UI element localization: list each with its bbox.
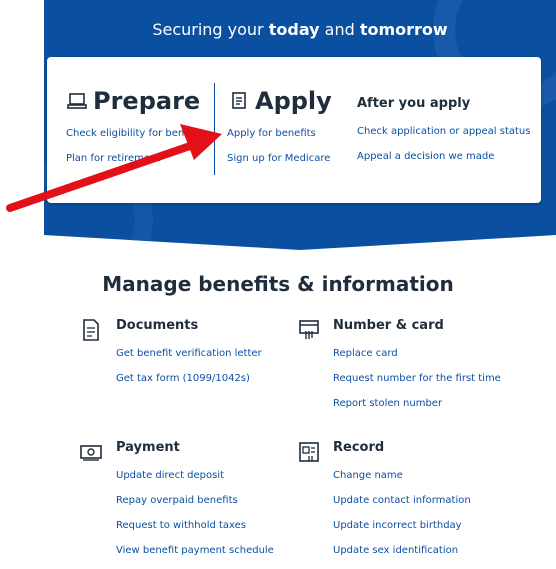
link-check-status[interactable]: Check application or appeal status [357,126,530,137]
link-request-number[interactable]: Request number for the first time [333,373,501,384]
link-withhold-taxes[interactable]: Request to withhold taxes [116,520,246,531]
manage-title: Manage benefits & information [102,272,454,296]
card-divider [214,83,215,175]
money-icon [80,445,102,461]
link-update-sex[interactable]: Update sex identification [333,545,458,556]
link-medicare[interactable]: Sign up for Medicare [227,153,330,164]
hero-headline: Securing your today and tomorrow [152,20,448,39]
link-plan-retirement[interactable]: Plan for retirement [66,153,160,164]
actions-card: Prepare Check eligibility for benefits P… [47,57,541,203]
link-report-stolen[interactable]: Report stolen number [333,398,442,409]
link-tax-form[interactable]: Get tax form (1099/1042s) [116,373,250,384]
form-icon [232,92,246,109]
after-apply-heading: After you apply [357,96,471,111]
link-update-contact[interactable]: Update contact information [333,495,471,506]
document-icon [83,319,99,341]
prepare-heading: Prepare [67,87,200,115]
record-id-icon [299,442,319,462]
documents-heading: Documents [116,318,199,333]
link-direct-deposit[interactable]: Update direct deposit [116,470,224,481]
link-change-name[interactable]: Change name [333,470,403,481]
link-update-birthday[interactable]: Update incorrect birthday [333,520,462,531]
link-replace-card[interactable]: Replace card [333,348,398,359]
card-hand-icon [299,320,319,339]
link-check-eligibility[interactable]: Check eligibility for benefits [66,128,206,139]
link-verification-letter[interactable]: Get benefit verification letter [116,348,262,359]
apply-heading: Apply [229,87,332,115]
laptop-icon [67,93,87,109]
link-payment-schedule[interactable]: View benefit payment schedule [116,545,274,556]
record-heading: Record [333,440,385,455]
payment-heading: Payment [116,440,180,455]
number-card-heading: Number & card [333,318,444,333]
link-appeal-decision[interactable]: Appeal a decision we made [357,151,494,162]
link-repay-overpaid[interactable]: Repay overpaid benefits [116,495,238,506]
link-apply-benefits[interactable]: Apply for benefits [227,128,316,139]
